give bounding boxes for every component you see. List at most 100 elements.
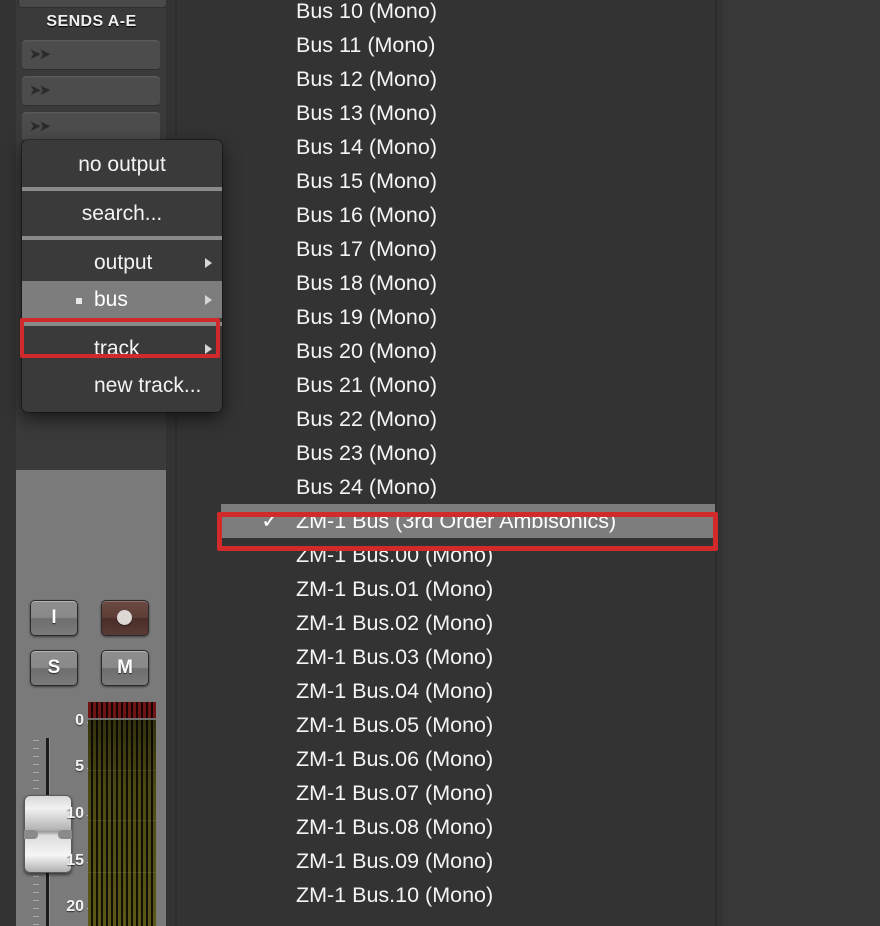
submenu-item[interactable]: ZM-1 Bus.00 (Mono) [221, 538, 715, 572]
menu-item-label: output [94, 251, 153, 274]
submenu-item[interactable]: Bus 13 (Mono) [221, 96, 715, 130]
bullet-marker-icon [76, 298, 82, 304]
strip-gutter-line [175, 0, 177, 926]
chevron-right-icon [205, 257, 212, 268]
channel-slot-sliver[interactable] [18, 0, 167, 8]
menu-item-label: no output [78, 153, 166, 176]
submenu-item[interactable]: ZM-1 Bus.01 (Mono) [221, 572, 715, 606]
bus-submenu[interactable]: Bus 10 (Mono) Bus 11 (Mono) Bus 12 (Mono) B… [221, 0, 715, 912]
submenu-item[interactable]: ZM-1 Bus.02 (Mono) [221, 606, 715, 640]
submenu-item[interactable]: Bus 24 (Mono) [221, 470, 715, 504]
output-context-menu[interactable]: no output search... output bus track new trac… [22, 140, 222, 412]
menu-item-label: bus [94, 288, 128, 311]
fader-scale-label: 0 [75, 712, 84, 729]
submenu-item-label: Bus 15 (Mono) [296, 169, 438, 193]
menu-item-new-track[interactable]: new track... [22, 367, 222, 404]
double-arrow-icon: ➤➤ [29, 118, 51, 135]
menu-item-search[interactable]: search... [22, 195, 222, 232]
submenu-item-label: ZM-1 Bus.02 (Mono) [296, 611, 494, 635]
submenu-item[interactable]: ZM-1 Bus.05 (Mono) [221, 708, 715, 742]
submenu-item-label: ZM-1 Bus.06 (Mono) [296, 747, 494, 771]
sends-section-header: SENDS A-E [46, 13, 137, 30]
meter-level-segment [88, 720, 156, 926]
menu-item-track[interactable]: track [22, 330, 222, 367]
submenu-item-label: Bus 17 (Mono) [296, 237, 438, 261]
submenu-item-label: ZM-1 Bus.04 (Mono) [296, 679, 494, 703]
submenu-item-label: Bus 10 (Mono) [296, 0, 438, 23]
submenu-item[interactable]: Bus 22 (Mono) [221, 402, 715, 436]
submenu-item[interactable]: Bus 16 (Mono) [221, 198, 715, 232]
submenu-item-label: Bus 21 (Mono) [296, 373, 438, 397]
app-background: SENDS A-E ➤➤ ➤➤ ➤➤ I S M 0 5 10 15 20 Bu… [0, 0, 880, 926]
double-arrow-icon: ➤➤ [29, 82, 51, 99]
submenu-item[interactable]: Bus 14 (Mono) [221, 130, 715, 164]
submenu-item-label: Bus 18 (Mono) [296, 271, 438, 295]
far-right-panel [723, 0, 880, 926]
submenu-item[interactable]: Bus 19 (Mono) [221, 300, 715, 334]
submenu-item-label: ZM-1 Bus.08 (Mono) [296, 815, 494, 839]
record-arm-button[interactable] [101, 600, 149, 636]
submenu-item-label: Bus 23 (Mono) [296, 441, 438, 465]
menu-item-bus[interactable]: bus [22, 281, 222, 318]
fader-scale-label: 5 [75, 758, 84, 775]
send-slot-b[interactable]: ➤➤ [22, 76, 160, 106]
submenu-item-label: ZM-1 Bus.03 (Mono) [296, 645, 494, 669]
submenu-item-label: ZM-1 Bus.05 (Mono) [296, 713, 494, 737]
submenu-item[interactable]: ZM-1 Bus.03 (Mono) [221, 640, 715, 674]
chevron-right-icon [205, 294, 212, 305]
submenu-item-label: ZM-1 Bus.10 (Mono) [296, 883, 494, 907]
submenu-item-label: Bus 13 (Mono) [296, 101, 438, 125]
submenu-item[interactable]: Bus 23 (Mono) [221, 436, 715, 470]
submenu-item[interactable]: Bus 11 (Mono) [221, 28, 715, 62]
submenu-item[interactable]: Bus 10 (Mono) [221, 0, 715, 28]
menu-separator [22, 322, 222, 326]
submenu-item-label: ZM-1 Bus.00 (Mono) [296, 543, 494, 567]
submenu-item[interactable]: ZM-1 Bus.06 (Mono) [221, 742, 715, 776]
fader-scale-label: 20 [66, 898, 84, 915]
submenu-item-label: Bus 20 (Mono) [296, 339, 438, 363]
input-monitor-button[interactable]: I [30, 600, 78, 636]
submenu-item[interactable]: Bus 17 (Mono) [221, 232, 715, 266]
menu-item-label: new track... [94, 374, 202, 397]
send-slot-c[interactable]: ➤➤ [22, 112, 160, 142]
submenu-item-label: ZM-1 Bus.09 (Mono) [296, 849, 494, 873]
send-slot-a[interactable]: ➤➤ [22, 40, 160, 70]
menu-item-output[interactable]: output [22, 244, 222, 281]
submenu-item-selected[interactable]: ✓ ZM-1 Bus (3rd Order Ambisonics) [221, 504, 715, 538]
submenu-item-label: Bus 16 (Mono) [296, 203, 438, 227]
submenu-item[interactable]: ZM-1 Bus.07 (Mono) [221, 776, 715, 810]
menu-separator [22, 187, 222, 191]
level-meter [88, 702, 156, 926]
submenu-item[interactable]: ZM-1 Bus.09 (Mono) [221, 844, 715, 878]
submenu-item-label: ZM-1 Bus.01 (Mono) [296, 577, 494, 601]
menu-item-label: track [94, 337, 140, 360]
submenu-item[interactable]: ZM-1 Bus.10 (Mono) [221, 878, 715, 912]
submenu-item-label: Bus 24 (Mono) [296, 475, 438, 499]
submenu-item[interactable]: Bus 18 (Mono) [221, 266, 715, 300]
submenu-item[interactable]: Bus 15 (Mono) [221, 164, 715, 198]
mixer-channel-strip: SENDS A-E ➤➤ ➤➤ ➤➤ I S M 0 5 10 15 20 [0, 0, 167, 926]
submenu-item[interactable]: Bus 12 (Mono) [221, 62, 715, 96]
chevron-right-icon [205, 343, 212, 354]
record-dot-icon [117, 610, 132, 625]
submenu-item-label: Bus 11 (Mono) [296, 33, 436, 57]
panel-divider [715, 0, 717, 926]
submenu-item[interactable]: Bus 21 (Mono) [221, 368, 715, 402]
menu-item-no-output[interactable]: no output [22, 146, 222, 183]
submenu-item-label: Bus 14 (Mono) [296, 135, 438, 159]
meter-clip-segment [88, 702, 156, 720]
strip-left-edge [0, 0, 16, 926]
menu-item-label: search... [81, 202, 163, 225]
submenu-item[interactable]: ZM-1 Bus.04 (Mono) [221, 674, 715, 708]
submenu-item[interactable]: ZM-1 Bus.08 (Mono) [221, 810, 715, 844]
check-icon: ✓ [261, 508, 280, 533]
solo-button[interactable]: S [30, 650, 78, 686]
submenu-item-label: ZM-1 Bus (3rd Order Ambisonics) [296, 509, 617, 533]
submenu-item-label: Bus 19 (Mono) [296, 305, 438, 329]
fader-scale-label: 15 [66, 852, 84, 869]
double-arrow-icon: ➤➤ [29, 46, 51, 63]
submenu-item[interactable]: Bus 20 (Mono) [221, 334, 715, 368]
mute-button[interactable]: M [101, 650, 149, 686]
menu-separator [22, 236, 222, 240]
fader-scale-label: 10 [66, 805, 84, 822]
